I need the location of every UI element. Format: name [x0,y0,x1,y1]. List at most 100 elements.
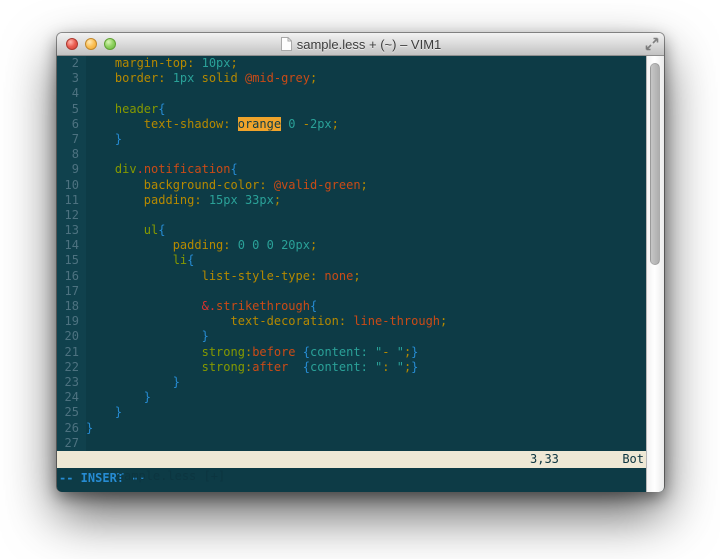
code-token: strikethrough [216,299,310,313]
code-line[interactable]: 20 } [57,329,646,344]
code-token: @valid-green [267,178,361,192]
line-number: 27 [57,436,86,451]
code-line[interactable]: 14 padding: 0 0 0 20px; [57,238,646,253]
code-token: ; [361,178,368,192]
code-text: margin-top: 10px; [86,56,238,71]
code-line[interactable]: 3 border: 1px solid @mid-grey; [57,71,646,86]
vim-window: sample.less + (~) – VIM1 2 margin-top: 1… [57,33,664,491]
status-filename: sample.less [+] [117,469,225,483]
code-line[interactable]: 4 [57,86,646,101]
code-line[interactable]: 26} [57,421,646,436]
code-line[interactable]: 10 background-color: @valid-green; [57,178,646,193]
scrollbar-thumb[interactable] [650,63,660,265]
code-text: &.strikethrough{ [86,299,317,314]
code-line[interactable]: 8 [57,147,646,162]
code-token: ; [231,56,238,70]
code-text: padding: 0 0 0 20px; [86,238,317,253]
code-line[interactable]: 19 text-decoration: line-through; [57,314,646,329]
code-line[interactable]: 17 [57,284,646,299]
line-number: 25 [57,405,86,420]
code-line[interactable]: 22 strong:after {content: ": ";} [57,360,646,375]
code-token: margin-top: [86,56,194,70]
line-number: 2 [57,56,86,71]
code-line[interactable]: 9 div.notification{ [57,162,646,177]
zoom-button[interactable] [104,38,116,50]
code-token: text-decoration: [86,314,346,328]
line-number: 22 [57,360,86,375]
code-token: : [382,360,396,374]
code-token: . [137,162,144,176]
code-line[interactable]: 21 strong:before {content: "- ";} [57,345,646,360]
code-line[interactable]: 23 } [57,375,646,390]
code-line[interactable]: 6 text-shadow: orange 0 -2px; [57,117,646,132]
code-line[interactable]: 7 } [57,132,646,147]
code-line[interactable]: 5 header{ [57,102,646,117]
code-token: ; [310,71,317,85]
scrollbar[interactable] [646,56,664,492]
code-line[interactable]: 11 padding: 15px 33px; [57,193,646,208]
code-text: padding: 15px 33px; [86,193,281,208]
resize-icon[interactable] [645,37,659,51]
code-token: { [187,253,194,267]
code-line[interactable]: 18 &.strikethrough{ [57,299,646,314]
code-text: background-color: @valid-green; [86,178,368,193]
code-token: ul [86,223,158,237]
code-line[interactable]: 12 [57,208,646,223]
code-text: border: 1px solid @mid-grey; [86,71,317,86]
vim-terminal: 2 margin-top: 10px;3 border: 1px solid @… [57,56,646,492]
line-number: 21 [57,345,86,360]
code-token: padding: [86,193,202,207]
code-token: ; [332,117,339,131]
minimize-button[interactable] [85,38,97,50]
code-token: background-color: [86,178,267,192]
code-token: ; [353,269,360,283]
line-number: 10 [57,178,86,193]
titlebar[interactable]: sample.less + (~) – VIM1 [57,33,664,56]
vim-statusline: sample.less [+] 3,33 Bot [57,451,646,468]
window-body: 2 margin-top: 10px;3 border: 1px solid @… [57,56,664,492]
code-line[interactable]: 25 } [57,405,646,420]
code-token: } [86,132,122,146]
line-number: 6 [57,117,86,132]
code-line[interactable]: 27 [57,436,646,451]
window-title: sample.less + (~) – VIM1 [297,37,442,52]
code-token: strong [86,360,245,374]
code-token: notification [144,162,231,176]
code-token: ; [440,314,447,328]
line-number: 7 [57,132,86,147]
code-token: { [158,102,165,116]
code-line[interactable]: 24 } [57,390,646,405]
code-line[interactable]: 2 margin-top: 10px; [57,56,646,71]
code-token: " [368,360,382,374]
line-number: 8 [57,147,86,162]
code-token: 2px [310,117,332,131]
code-line[interactable]: 13 ul{ [57,223,646,238]
code-line[interactable]: 16 list-style-type: none; [57,269,646,284]
code-token: } [86,390,151,404]
code-token: &. [86,299,216,313]
code-line[interactable]: 15 li{ [57,253,646,268]
title-group: sample.less + (~) – VIM1 [57,37,664,52]
code-token: 15px 33px [202,193,274,207]
line-number: 23 [57,375,86,390]
line-number: 14 [57,238,86,253]
close-button[interactable] [66,38,78,50]
code-token: line-through [346,314,440,328]
code-text: list-style-type: none; [86,269,361,284]
code-token: @mid-grey [245,71,310,85]
code-text: text-shadow: orange 0 -2px; [86,117,339,132]
code-token: ; [310,238,317,252]
line-number: 16 [57,269,86,284]
line-number: 11 [57,193,86,208]
code-token: none [317,269,353,283]
code-text: } [86,405,122,420]
status-cursor-position: 3,33 [530,451,559,468]
code-area[interactable]: 2 margin-top: 10px;3 border: 1px solid @… [57,56,646,451]
code-text: ul{ [86,223,165,238]
status-scroll-position: Bot [622,451,644,468]
code-text: } [86,390,151,405]
code-token: } [411,360,418,374]
code-token: { [158,223,165,237]
code-token: strong [86,345,245,359]
code-token: " [397,345,404,359]
